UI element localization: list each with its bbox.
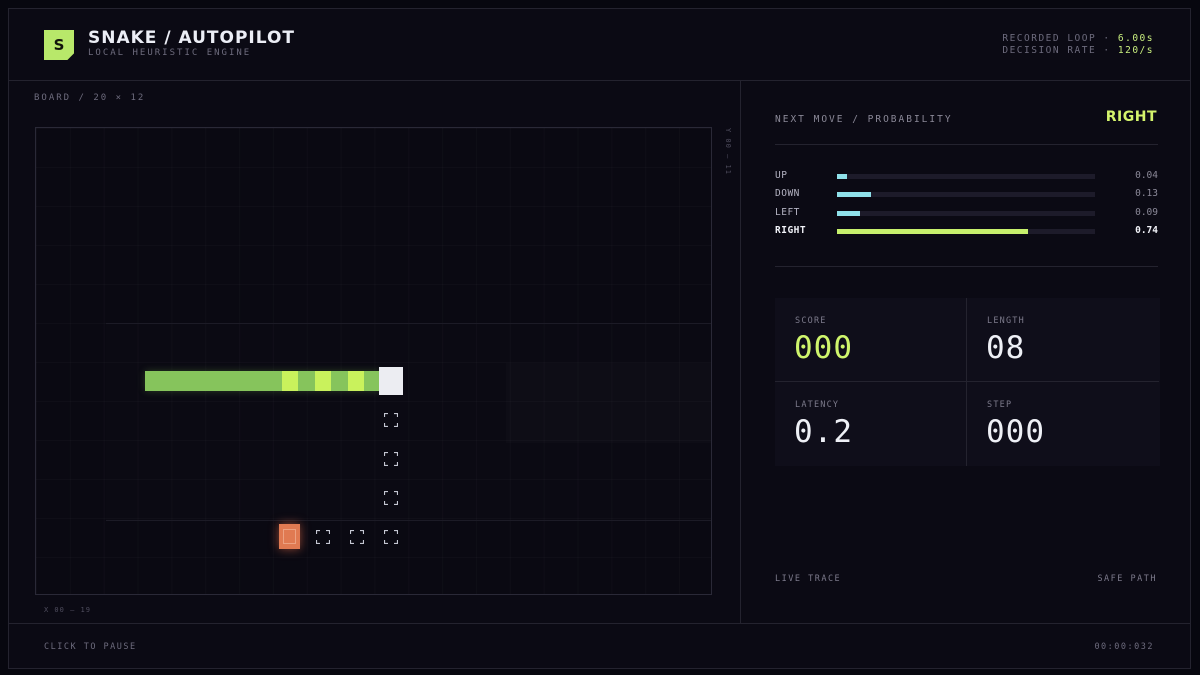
next-move-value: RIGHT	[1105, 109, 1157, 125]
stat-length: LENGTH 08	[967, 298, 1159, 382]
path-marker	[384, 491, 398, 505]
prob-bar	[837, 174, 848, 179]
panel-divider	[740, 81, 741, 623]
stat-label: LENGTH	[987, 316, 1025, 326]
app-logo: S	[44, 30, 74, 60]
prob-label: RIGHT	[775, 225, 807, 236]
pause-button[interactable]: CLICK TO PAUSE	[44, 642, 137, 652]
stat-value: 08	[986, 330, 1026, 366]
prob-row-up: UP 0.04	[775, 170, 1158, 184]
prob-bar	[837, 229, 1028, 234]
board-axis-y: Y 00 — 11	[724, 128, 732, 175]
decision-rate: DECISION RATE · 120/s	[1002, 45, 1154, 56]
board-ghost-block	[506, 363, 711, 443]
path-marker	[384, 530, 398, 544]
snake-body	[145, 371, 381, 391]
prob-value: 0.09	[1135, 207, 1158, 218]
prob-bar	[837, 211, 861, 216]
prob-track	[837, 192, 1095, 197]
stat-value: 000	[794, 330, 853, 366]
next-move-label: NEXT MOVE / PROBABILITY	[775, 114, 953, 125]
prob-bar	[837, 192, 871, 197]
recorded-loop-value: 6.00s	[1117, 33, 1154, 44]
stat-latency: LATENCY 0.2	[775, 382, 967, 466]
path-marker	[350, 530, 364, 544]
stats-grid: SCORE 000 LENGTH 08 LATENCY 0.2 STEP 000	[775, 298, 1160, 466]
prob-row-right: RIGHT 0.74	[775, 225, 1158, 239]
path-marker	[316, 530, 330, 544]
stat-label: STEP	[987, 400, 1013, 410]
timer: 00:00:032	[1094, 642, 1154, 652]
stat-score: SCORE 000	[775, 298, 967, 382]
recorded-loop-label: RECORDED LOOP ·	[1002, 33, 1111, 44]
live-trace-label: LIVE TRACE	[775, 574, 842, 584]
prob-row-down: DOWN 0.13	[775, 188, 1158, 202]
app-subtitle: LOCAL HEURISTIC ENGINE	[88, 48, 252, 58]
prob-value: 0.04	[1135, 170, 1158, 181]
snake-segment	[348, 371, 364, 391]
prob-value: 0.74	[1135, 225, 1158, 236]
recorded-loop: RECORDED LOOP · 6.00s	[1002, 33, 1154, 44]
stat-label: LATENCY	[795, 400, 840, 410]
footer-divider	[9, 623, 1190, 624]
prob-value: 0.13	[1135, 188, 1158, 199]
app-title: SNAKE / AUTOPILOT	[88, 28, 296, 48]
path-marker	[384, 413, 398, 427]
decision-rate-value: 120/s	[1117, 45, 1154, 56]
prob-track	[837, 211, 1095, 216]
prob-track	[837, 229, 1095, 234]
decision-rate-label: DECISION RATE ·	[1002, 45, 1111, 56]
board-label: BOARD / 20 × 12	[34, 93, 146, 103]
prob-row-left: LEFT 0.09	[775, 207, 1158, 221]
stat-value: 0.2	[794, 414, 853, 450]
food-pellet	[279, 524, 300, 549]
prob-label: UP	[775, 170, 788, 181]
prob-label: DOWN	[775, 188, 800, 199]
stat-label: SCORE	[795, 316, 827, 326]
snake-segment	[315, 371, 331, 391]
board-axis-x: X 00 — 19	[44, 606, 91, 614]
safe-path-label: SAFE PATH	[1097, 574, 1157, 584]
prob-label: LEFT	[775, 207, 800, 218]
panel-rule	[775, 144, 1158, 145]
snake-segment	[282, 371, 298, 391]
panel-rule	[775, 266, 1158, 267]
path-marker	[384, 452, 398, 466]
stat-step: STEP 000	[967, 382, 1159, 466]
prob-track	[837, 174, 1095, 179]
snake-head	[379, 367, 403, 395]
game-board[interactable]	[35, 127, 712, 595]
stat-value: 000	[986, 414, 1045, 450]
header-divider	[9, 80, 1190, 81]
